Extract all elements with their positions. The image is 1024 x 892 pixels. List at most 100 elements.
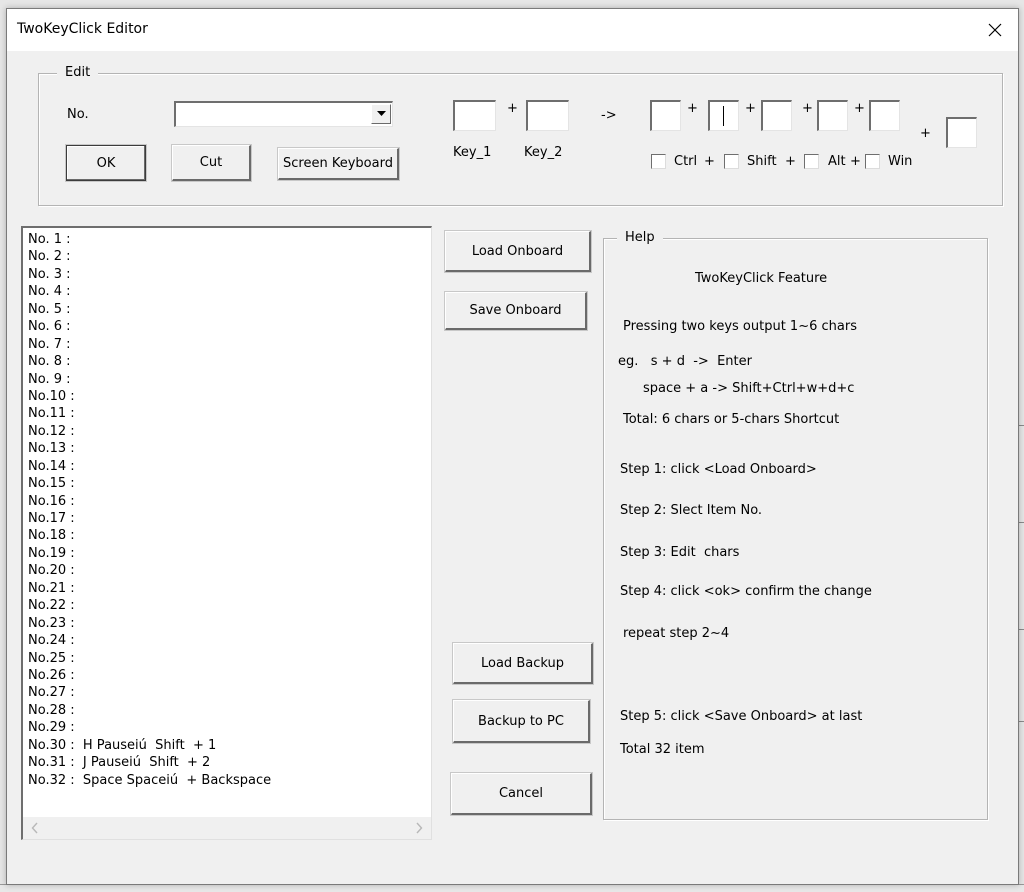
ctrl-label: Ctrl (674, 154, 698, 169)
ok-button[interactable]: OK (65, 144, 147, 182)
list-item[interactable]: No.18 : (28, 527, 431, 544)
chevron-left-icon (31, 822, 38, 834)
list-item[interactable]: No.23 : (28, 615, 431, 632)
plus-sign: + (920, 126, 931, 141)
list-item[interactable]: No. 3 : (28, 266, 431, 283)
list-item[interactable]: No. 8 : (28, 353, 431, 370)
chevron-down-icon (376, 111, 386, 116)
list-item[interactable]: No.28 : (28, 702, 431, 719)
list-item[interactable]: No. 1 : (28, 231, 431, 248)
list-item[interactable]: No.22 : (28, 597, 431, 614)
help-line: Step 5: click <Save Onboard> at last (620, 709, 863, 724)
list-item[interactable]: No.31 : J Pauseiú Shift + 2 (28, 754, 431, 771)
list-item[interactable]: No.27 : (28, 684, 431, 701)
help-line: Pressing two keys output 1~6 chars (623, 319, 857, 334)
list-item[interactable]: No.30 : H Pauseiú Shift + 1 (28, 737, 431, 754)
output-char-6-input[interactable] (946, 117, 977, 148)
item-number-dropdown-button[interactable] (371, 104, 391, 124)
list-item[interactable]: No.15 : (28, 475, 431, 492)
help-line: Step 3: Edit chars (620, 545, 740, 560)
list-item[interactable]: No.13 : (28, 440, 431, 457)
output-char-5-input[interactable] (869, 100, 900, 131)
arrow-label: -> (601, 108, 617, 123)
list-item[interactable]: No.17 : (28, 510, 431, 527)
output-char-1-input[interactable] (650, 100, 681, 131)
win-checkbox[interactable] (865, 154, 880, 169)
output-char-4-input[interactable] (817, 100, 848, 131)
plus-sign: + (850, 154, 861, 169)
plus-sign: + (507, 101, 518, 116)
item-number-select[interactable] (174, 101, 393, 127)
list-item[interactable]: No.32 : Space Spaceiú + Backspace (28, 772, 431, 789)
help-line: Total: 6 chars or 5-chars Shortcut (623, 412, 840, 427)
twokeyclick-editor-dialog: TwoKeyClick Editor Edit No. OK Cut Scree… (6, 8, 1019, 885)
list-item[interactable]: No.14 : (28, 458, 431, 475)
item-list: No. 1 : No. 2 : No. 3 : No. 4 : No. 5 : No. 6… (28, 231, 431, 789)
scroll-left-button[interactable] (27, 820, 43, 836)
help-line: repeat step 2~4 (623, 626, 730, 641)
list-item[interactable]: No.10 : (28, 388, 431, 405)
cut-button[interactable]: Cut (171, 144, 252, 182)
save-onboard-button[interactable]: Save Onboard (444, 291, 588, 331)
key-1-input[interactable] (453, 100, 496, 131)
load-onboard-button[interactable]: Load Onboard (444, 230, 592, 273)
help-group-legend: Help (617, 230, 663, 245)
win-label: Win (888, 154, 913, 169)
help-line: eg. s + d -> Enter (618, 354, 752, 369)
list-item[interactable]: No. 7 : (28, 336, 431, 353)
horizontal-scrollbar[interactable] (23, 817, 431, 839)
close-icon (988, 23, 1002, 37)
list-item[interactable]: No.12 : (28, 423, 431, 440)
help-line: Total 32 item (620, 742, 705, 757)
list-item[interactable]: No. 9 : (28, 371, 431, 388)
help-line: Step 2: Slect Item No. (620, 503, 763, 518)
scroll-right-button[interactable] (411, 820, 427, 836)
list-item[interactable]: No.16 : (28, 493, 431, 510)
help-line: Step 1: click <Load Onboard> (620, 462, 817, 477)
list-item[interactable]: No. 6 : (28, 318, 431, 335)
close-button[interactable] (972, 9, 1018, 51)
window-title: TwoKeyClick Editor (17, 21, 148, 37)
output-char-3-input[interactable] (761, 100, 792, 131)
plus-sign: + (802, 101, 813, 116)
cancel-button[interactable]: Cancel (450, 772, 593, 816)
shift-checkbox[interactable] (724, 154, 739, 169)
list-item[interactable]: No.25 : (28, 650, 431, 667)
alt-label: Alt (828, 154, 846, 169)
list-item[interactable]: No. 5 : (28, 301, 431, 318)
load-backup-button[interactable]: Load Backup (452, 642, 594, 685)
output-char-2-input[interactable] (708, 100, 739, 131)
list-item[interactable]: No.24 : (28, 632, 431, 649)
edit-groupbox: Edit (38, 65, 1003, 206)
key-1-label: Key_1 (453, 145, 492, 160)
ctrl-checkbox[interactable] (651, 154, 666, 169)
list-item[interactable]: No.19 : (28, 545, 431, 562)
help-line: space + a -> Shift+Ctrl+w+d+c (643, 381, 855, 396)
list-item[interactable]: No.11 : (28, 405, 431, 422)
item-number-label: No. (67, 107, 89, 122)
list-item[interactable]: No.21 : (28, 580, 431, 597)
plus-sign: + (854, 101, 865, 116)
list-item[interactable]: No.26 : (28, 667, 431, 684)
help-title: TwoKeyClick Feature (695, 271, 828, 286)
help-line: Step 4: click <ok> confirm the change (620, 584, 872, 599)
background-status-strip (0, 884, 1024, 892)
edit-group-legend: Edit (57, 65, 99, 80)
list-item[interactable]: No. 2 : (28, 248, 431, 265)
alt-checkbox[interactable] (804, 154, 819, 169)
item-listbox[interactable]: No. 1 : No. 2 : No. 3 : No. 4 : No. 5 : No. 6… (21, 226, 432, 840)
list-item[interactable]: No.29 : (28, 719, 431, 736)
list-item[interactable]: No. 4 : (28, 283, 431, 300)
plus-sign: + (785, 154, 796, 169)
text-caret (723, 106, 724, 126)
screen-keyboard-button[interactable]: Screen Keyboard (277, 147, 400, 181)
plus-sign: + (745, 101, 756, 116)
list-item[interactable]: No.20 : (28, 562, 431, 579)
plus-sign: + (704, 154, 715, 169)
key-2-input[interactable] (526, 100, 569, 131)
backup-to-pc-button[interactable]: Backup to PC (452, 699, 591, 744)
shift-label: Shift (747, 154, 777, 169)
key-2-label: Key_2 (524, 145, 563, 160)
title-bar[interactable]: TwoKeyClick Editor (7, 9, 1018, 51)
plus-sign: + (687, 101, 698, 116)
